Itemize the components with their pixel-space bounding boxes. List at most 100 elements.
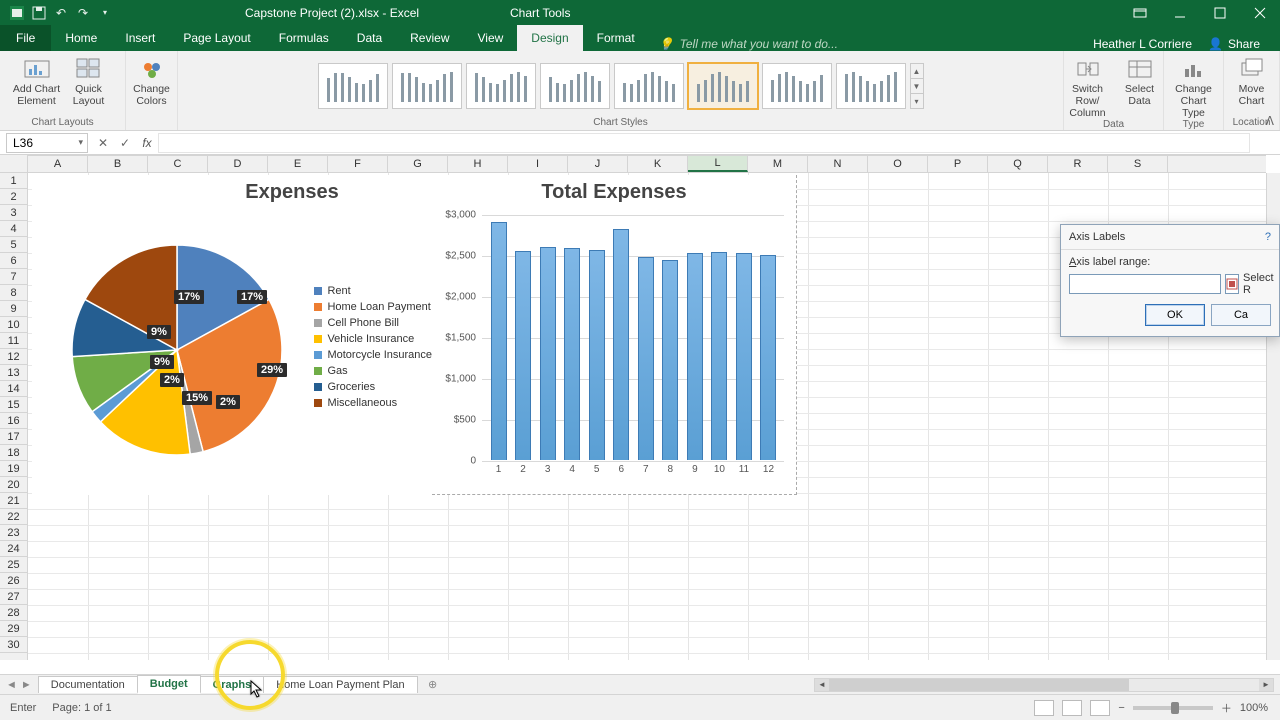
sheet-nav-next-icon[interactable]: ►	[21, 679, 32, 691]
sheet-tab-home-loan[interactable]: Home Loan Payment Plan	[263, 676, 417, 693]
qat-dropdown-icon[interactable]: ▾	[96, 4, 114, 22]
chart-style-2[interactable]	[392, 63, 462, 109]
expenses-pie-chart[interactable]: Expenses 17%29%2%15%2%9%9%17% RentHome L…	[32, 175, 432, 495]
tab-page-layout[interactable]: Page Layout	[169, 25, 264, 51]
col-header-E[interactable]: E	[268, 156, 328, 172]
col-header-K[interactable]: K	[628, 156, 688, 172]
undo-icon[interactable]: ↶	[52, 4, 70, 22]
save-icon[interactable]	[30, 4, 48, 22]
col-header-D[interactable]: D	[208, 156, 268, 172]
share-button[interactable]: 👤 Share	[1208, 37, 1260, 51]
row-header-23[interactable]: 23	[0, 525, 27, 541]
row-header-19[interactable]: 19	[0, 461, 27, 477]
col-header-F[interactable]: F	[328, 156, 388, 172]
row-header-1[interactable]: 1	[0, 173, 27, 189]
row-header-4[interactable]: 4	[0, 221, 27, 237]
change-chart-type-button[interactable]: Change Chart Type	[1169, 55, 1219, 119]
col-header-R[interactable]: R	[1048, 156, 1108, 172]
tab-review[interactable]: Review	[396, 25, 463, 51]
row-header-9[interactable]: 9	[0, 301, 27, 317]
row-header-17[interactable]: 17	[0, 429, 27, 445]
col-header-G[interactable]: G	[388, 156, 448, 172]
sheet-tab-documentation[interactable]: Documentation	[38, 676, 138, 693]
maximize-icon[interactable]	[1200, 0, 1240, 25]
row-header-3[interactable]: 3	[0, 205, 27, 221]
col-header-B[interactable]: B	[88, 156, 148, 172]
cancel-formula-icon[interactable]: ✕	[92, 136, 114, 150]
total-expenses-bar-chart[interactable]: Total Expenses 0$500$1,000$1,500$2,000$2…	[432, 175, 797, 495]
add-chart-element-button[interactable]: Add Chart Element	[12, 55, 62, 107]
range-selector-icon[interactable]	[1225, 274, 1239, 294]
tab-view[interactable]: View	[464, 25, 518, 51]
tab-home[interactable]: Home	[51, 25, 111, 51]
col-header-I[interactable]: I	[508, 156, 568, 172]
col-header-H[interactable]: H	[448, 156, 508, 172]
row-header-6[interactable]: 6	[0, 253, 27, 269]
col-header-S[interactable]: S	[1108, 156, 1168, 172]
row-header-15[interactable]: 15	[0, 397, 27, 413]
row-header-10[interactable]: 10	[0, 317, 27, 333]
ribbon-opts-icon[interactable]	[1120, 0, 1160, 25]
row-header-25[interactable]: 25	[0, 557, 27, 573]
zoom-level[interactable]: 100%	[1240, 702, 1268, 714]
chart-style-3[interactable]	[466, 63, 536, 109]
horizontal-scrollbar[interactable]: ◄ ►	[814, 678, 1274, 692]
row-header-5[interactable]: 5	[0, 237, 27, 253]
row-header-16[interactable]: 16	[0, 413, 27, 429]
row-header-29[interactable]: 29	[0, 621, 27, 637]
gallery-scroll[interactable]: ▲▼▾	[910, 63, 924, 109]
user-name[interactable]: Heather L Corriere	[1093, 37, 1192, 51]
axis-label-range-input[interactable]	[1069, 274, 1221, 294]
zoom-in-icon[interactable]: ＋	[1221, 700, 1232, 716]
minimize-icon[interactable]	[1160, 0, 1200, 25]
row-header-22[interactable]: 22	[0, 509, 27, 525]
zoom-out-icon[interactable]: −	[1118, 702, 1124, 714]
quick-layout-button[interactable]: Quick Layout	[64, 55, 114, 107]
col-header-J[interactable]: J	[568, 156, 628, 172]
normal-view-icon[interactable]	[1034, 700, 1054, 716]
tab-file[interactable]: File	[0, 25, 51, 51]
column-headers[interactable]: ABCDEFGHIJKLMNOPQRS	[28, 155, 1266, 173]
chart-style-1[interactable]	[318, 63, 388, 109]
chart-style-8[interactable]	[836, 63, 906, 109]
tab-insert[interactable]: Insert	[111, 25, 169, 51]
redo-icon[interactable]: ↷	[74, 4, 92, 22]
hscroll-thumb[interactable]	[829, 679, 1129, 691]
name-box[interactable]: L36	[6, 133, 88, 153]
row-header-21[interactable]: 21	[0, 493, 27, 509]
tab-data[interactable]: Data	[343, 25, 396, 51]
collapse-ribbon-icon[interactable]: ᐱ	[1266, 114, 1274, 128]
chart-style-4[interactable]	[540, 63, 610, 109]
row-header-18[interactable]: 18	[0, 445, 27, 461]
row-header-14[interactable]: 14	[0, 381, 27, 397]
page-break-view-icon[interactable]	[1090, 700, 1110, 716]
row-header-30[interactable]: 30	[0, 637, 27, 653]
tell-me-search[interactable]: 💡 Tell me what you want to do...	[649, 37, 838, 51]
row-header-2[interactable]: 2	[0, 189, 27, 205]
switch-row-column-button[interactable]: Switch Row/ Column	[1063, 55, 1113, 119]
move-chart-button[interactable]: Move Chart	[1227, 55, 1277, 107]
page-layout-view-icon[interactable]	[1062, 700, 1082, 716]
col-header-L[interactable]: L	[688, 156, 748, 172]
select-all-corner[interactable]	[0, 155, 28, 173]
chart-style-5[interactable]	[614, 63, 684, 109]
col-header-O[interactable]: O	[868, 156, 928, 172]
col-header-M[interactable]: M	[748, 156, 808, 172]
fx-icon[interactable]: fx	[136, 136, 158, 150]
zoom-slider[interactable]	[1133, 706, 1213, 710]
tab-design[interactable]: Design	[517, 25, 582, 51]
change-colors-button[interactable]: Change Colors	[127, 55, 177, 107]
row-header-7[interactable]: 7	[0, 269, 27, 285]
col-header-C[interactable]: C	[148, 156, 208, 172]
row-header-13[interactable]: 13	[0, 365, 27, 381]
row-header-27[interactable]: 27	[0, 589, 27, 605]
chart-styles-gallery[interactable]: ▲▼▾	[314, 55, 928, 117]
chart-style-6[interactable]	[688, 63, 758, 109]
formula-input[interactable]	[158, 133, 1250, 153]
sheet-tab-budget[interactable]: Budget	[137, 675, 201, 694]
enter-formula-icon[interactable]: ✓	[114, 136, 136, 150]
row-header-28[interactable]: 28	[0, 605, 27, 621]
cancel-button[interactable]: Ca	[1211, 304, 1271, 326]
ok-button[interactable]: OK	[1145, 304, 1205, 326]
dialog-help-icon[interactable]: ?	[1265, 231, 1271, 243]
